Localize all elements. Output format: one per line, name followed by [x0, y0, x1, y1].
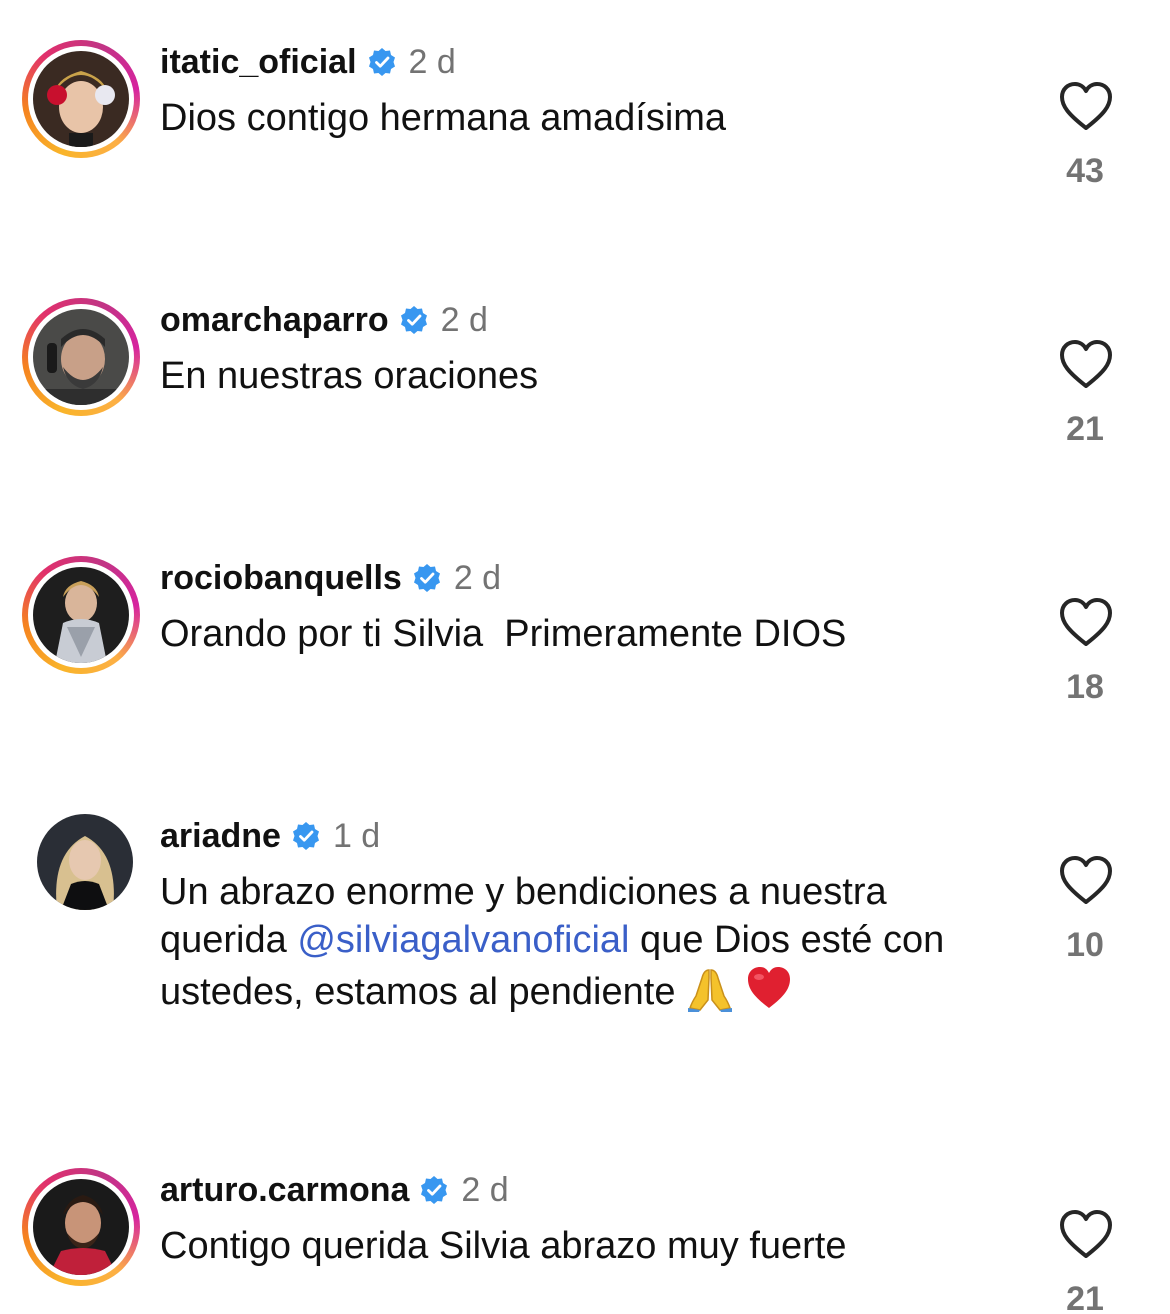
like-count: 18 [1066, 668, 1104, 706]
comment-header: itatic_oficial 2 d [160, 40, 456, 84]
verified-badge-icon [291, 821, 321, 851]
comment-header: ariadne 1 d [160, 814, 380, 858]
comment-text: Contigo querida Silvia abrazo muy fuerte [160, 1225, 847, 1267]
avatar-story-ring[interactable] [22, 556, 140, 674]
avatar[interactable] [37, 814, 133, 910]
username[interactable]: omarchaparro [160, 301, 389, 340]
folded-hands-emoji [686, 964, 734, 1012]
username[interactable]: arturo.carmona [160, 1171, 409, 1210]
comment-text: Un abrazo enorme y bendiciones a nuestra… [160, 868, 1010, 1016]
username[interactable]: itatic_oficial [160, 43, 357, 82]
comment-header: arturo.carmona 2 d [160, 1168, 509, 1212]
comment-item: omarchaparro 2 d En nuestras oraciones 2… [0, 298, 1170, 498]
comment-item: itatic_oficial 2 d Dios contigo hermana … [0, 40, 1170, 240]
avatar-story-ring[interactable] [22, 1168, 140, 1286]
username[interactable]: ariadne [160, 817, 281, 856]
like-heart-icon[interactable] [1058, 338, 1114, 390]
like-heart-icon[interactable] [1058, 596, 1114, 648]
avatar[interactable] [33, 309, 129, 405]
comment-time: 2 d [440, 300, 488, 339]
comment-time: 2 d [461, 1170, 509, 1209]
like-count: 21 [1066, 410, 1104, 448]
verified-badge-icon [412, 563, 442, 593]
verified-badge-icon [419, 1175, 449, 1205]
like-heart-icon[interactable] [1058, 854, 1114, 906]
comment-text: Dios contigo hermana amadísima [160, 97, 727, 139]
comment-header: rociobanquells 2 d [160, 556, 501, 600]
avatar-story-ring[interactable] [22, 40, 140, 158]
avatar[interactable] [33, 51, 129, 147]
comment-item: rociobanquells 2 d Orando por ti Silvia … [0, 556, 1170, 756]
comment-text: Orando por ti Silvia Primeramente DIOS [160, 613, 847, 655]
like-heart-icon[interactable] [1058, 1208, 1114, 1260]
comment-text: En nuestras oraciones [160, 355, 539, 397]
verified-badge-icon [367, 47, 397, 77]
like-count: 10 [1066, 926, 1104, 964]
avatar[interactable] [33, 567, 129, 663]
verified-badge-icon [399, 305, 429, 335]
comment-item: ariadne 1 d Un abrazo enorme y bendicion… [0, 814, 1170, 1074]
avatar[interactable] [33, 1179, 129, 1275]
comments-screen: { "comments": [ { "username": "itatic_of… [0, 0, 1170, 1314]
comment-time: 2 d [453, 558, 502, 597]
comment-time: 2 d [408, 42, 456, 81]
like-count: 43 [1066, 152, 1104, 190]
like-count: 21 [1066, 1280, 1104, 1314]
mention-link[interactable]: @silviagalvanoficial [297, 919, 629, 961]
username[interactable]: rociobanquells [160, 559, 402, 598]
red-heart-emoji [745, 964, 793, 1012]
comment-item: arturo.carmona 2 d Contigo querida Silvi… [0, 1168, 1170, 1314]
avatar-story-ring[interactable] [22, 298, 140, 416]
comment-time: 1 d [332, 816, 381, 855]
like-heart-icon[interactable] [1058, 80, 1114, 132]
comment-header: omarchaparro 2 d [160, 298, 488, 342]
